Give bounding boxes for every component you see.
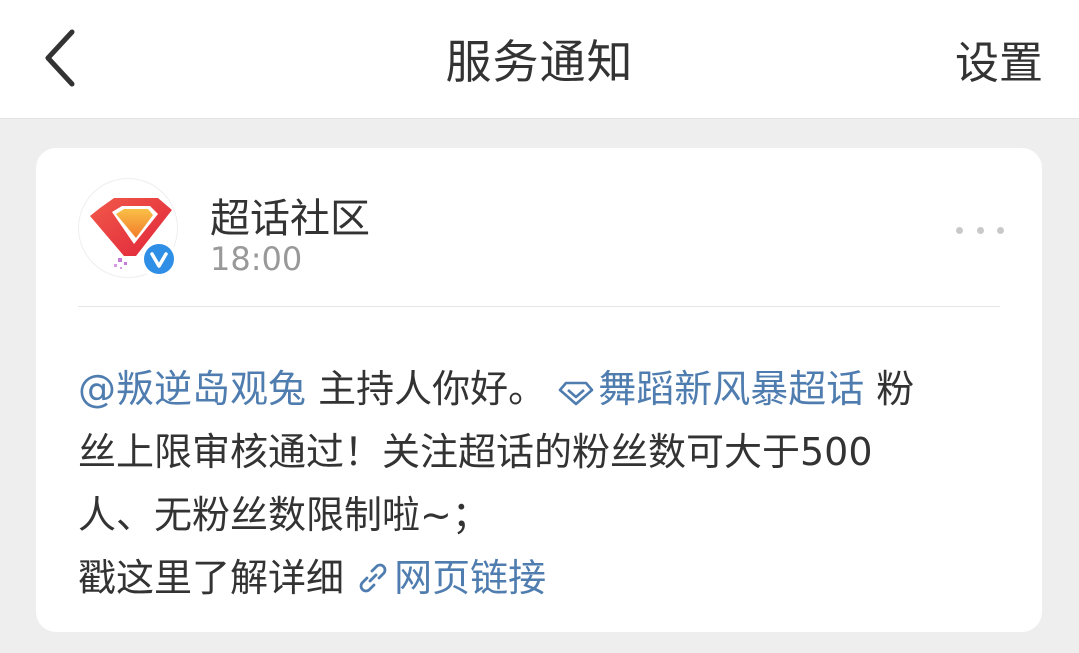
timestamp: 18:00 xyxy=(210,240,303,278)
back-button[interactable] xyxy=(28,18,92,98)
top-navigation-bar: 服务通知 设置 xyxy=(0,0,1079,119)
sender-name[interactable]: 超话社区 xyxy=(210,186,370,244)
page-title: 服务通知 xyxy=(445,35,634,89)
settings-button[interactable]: 设置 xyxy=(955,0,1043,118)
more-dot xyxy=(956,226,963,234)
details-prompt-text: 戳这里了解详细 xyxy=(78,556,357,600)
divider xyxy=(78,306,1000,307)
link-icon xyxy=(359,563,387,593)
web-link-label: 网页链接 xyxy=(394,556,547,600)
more-dot xyxy=(976,226,984,234)
chevron-left-icon xyxy=(45,29,75,87)
diamond-icon xyxy=(558,381,594,406)
verified-v-icon xyxy=(144,244,174,274)
more-dot xyxy=(997,226,1004,234)
more-options-button[interactable] xyxy=(956,218,1004,242)
topic-link[interactable]: 舞蹈新风暴超话 xyxy=(558,367,864,411)
message-line-4: 戳这里了解详细 网页链接 xyxy=(78,547,1008,610)
web-link[interactable]: 网页链接 xyxy=(356,556,546,600)
mention-link[interactable]: @叛逆岛观兔 xyxy=(78,367,306,411)
message-line-1: @叛逆岛观兔 主持人你好。 舞蹈新风暴超话 粉 xyxy=(78,358,1008,421)
topic-link-label: 舞蹈新风暴超话 xyxy=(598,367,865,411)
verified-badge xyxy=(140,240,178,278)
message-text-tail: 粉 xyxy=(864,367,915,411)
message-line-2: 丝上限审核通过！关注超话的粉丝数可大于500 xyxy=(78,430,873,474)
message-line-3: 人、无粉丝数限制啦~； xyxy=(78,493,490,537)
notification-card: 超话社区 18:00 @叛逆岛观兔 主持人你好。 舞蹈新风暴超话 粉 丝上限审核… xyxy=(36,148,1042,632)
notification-message: @叛逆岛观兔 主持人你好。 舞蹈新风暴超话 粉 丝上限审核通过！关注超话的粉丝数… xyxy=(78,358,1008,610)
greeting-text: 主持人你好。 xyxy=(306,367,547,411)
